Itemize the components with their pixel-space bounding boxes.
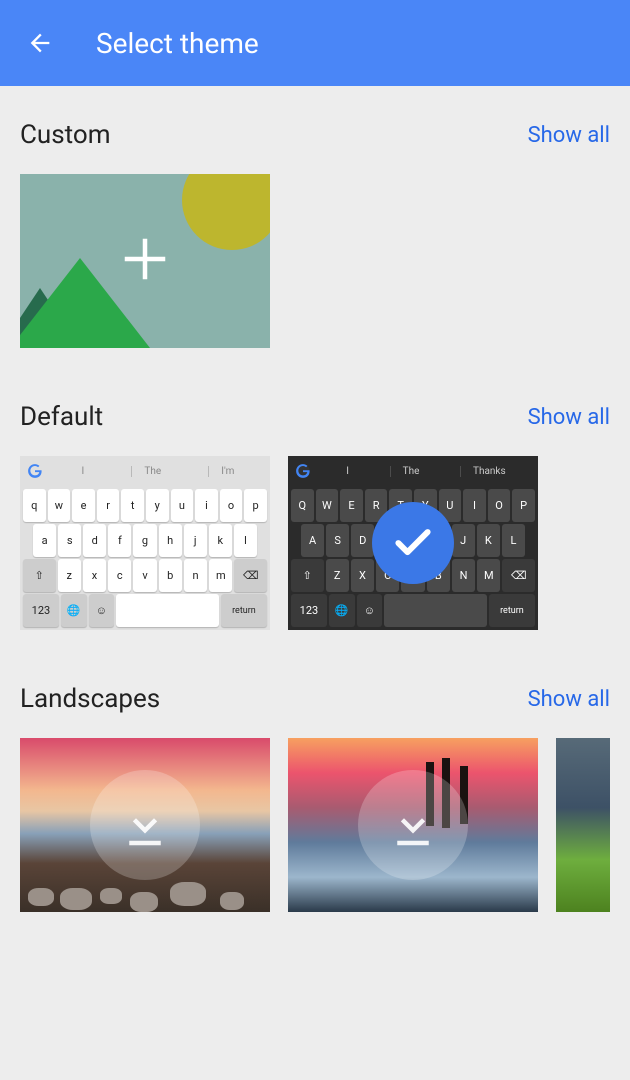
keyboard-key: I xyxy=(463,489,486,522)
keyboard-key: q xyxy=(23,489,46,522)
section-title-default: Default xyxy=(20,402,103,432)
keyboard-key: L xyxy=(502,524,525,557)
keyboard-key: o xyxy=(220,489,243,522)
download-icon xyxy=(90,770,200,880)
keyboard-key xyxy=(384,594,487,627)
keyboard-key: ☺ xyxy=(89,594,115,627)
keyboard-key: l xyxy=(234,524,257,557)
keyboard-key: Q xyxy=(291,489,314,522)
keyboard-key: K xyxy=(477,524,500,557)
keyboard-key: J xyxy=(452,524,475,557)
suggestion-item: I xyxy=(334,466,361,477)
keyboard-key: W xyxy=(316,489,339,522)
keyboard-key: d xyxy=(83,524,106,557)
keyboard-key: x xyxy=(83,559,106,592)
keyboard-key: N xyxy=(452,559,475,592)
keyboard-key: O xyxy=(488,489,511,522)
keyboard-key: p xyxy=(244,489,267,522)
keyboard-key: b xyxy=(159,559,182,592)
show-all-landscapes[interactable]: Show all xyxy=(528,687,610,712)
keyboard-key: ⌫ xyxy=(502,559,535,592)
suggestion-item: The xyxy=(390,466,432,477)
keyboard-key: y xyxy=(146,489,169,522)
keyboard-key: ☺ xyxy=(357,594,383,627)
plus-icon xyxy=(118,232,172,290)
keyboard-key: h xyxy=(159,524,182,557)
keyboard-key: ⇧ xyxy=(291,559,324,592)
keyboard-suggestion-bar: I The Thanks xyxy=(288,456,538,486)
keyboard-key: P xyxy=(512,489,535,522)
back-button[interactable] xyxy=(24,27,56,59)
arrow-left-icon xyxy=(26,29,54,57)
suggestion-item: The xyxy=(131,466,173,477)
keyboard-key: v xyxy=(133,559,156,592)
keyboard-key: S xyxy=(326,524,349,557)
keyboard-key: return xyxy=(489,594,535,627)
keyboard-key: m xyxy=(209,559,232,592)
keyboard-key: D xyxy=(351,524,374,557)
keyboard-key: j xyxy=(184,524,207,557)
google-logo-icon xyxy=(294,462,312,480)
default-theme-row: I The I'm qwertyuiop asdfghjkl ⇧zxcvbnm⌫… xyxy=(20,456,610,630)
theme-light-keyboard[interactable]: I The I'm qwertyuiop asdfghjkl ⇧zxcvbnm⌫… xyxy=(20,456,270,630)
keyboard-keys: qwertyuiop asdfghjkl ⇧zxcvbnm⌫ 123🌐☺ retu… xyxy=(20,486,270,630)
landscapes-theme-row[interactable] xyxy=(20,738,610,912)
theme-dark-keyboard[interactable]: I The Thanks QWERTYUIOP ASDFGHJKL ⇧ZXCVB… xyxy=(288,456,538,630)
google-logo-icon xyxy=(26,462,44,480)
theme-landscape-green-hills[interactable] xyxy=(556,738,610,912)
suggestion-list: I The I'm xyxy=(52,466,264,477)
keyboard-key: ⇧ xyxy=(23,559,56,592)
keyboard-key: z xyxy=(58,559,81,592)
keyboard-key: Z xyxy=(326,559,349,592)
keyboard-key: r xyxy=(97,489,120,522)
app-header: Select theme xyxy=(0,0,630,86)
keyboard-key: return xyxy=(221,594,267,627)
custom-theme-row xyxy=(20,174,610,348)
section-header-custom: Custom Show all xyxy=(20,120,610,150)
keyboard-key: k xyxy=(209,524,232,557)
keyboard-suggestion-bar: I The I'm xyxy=(20,456,270,486)
keyboard-key: X xyxy=(351,559,374,592)
keyboard-key: t xyxy=(121,489,144,522)
theme-landscape-frozen-river[interactable] xyxy=(288,738,538,912)
keyboard-key: c xyxy=(108,559,131,592)
keyboard-key: f xyxy=(108,524,131,557)
keyboard-key: A xyxy=(301,524,324,557)
keyboard-key: E xyxy=(340,489,363,522)
suggestion-item: I xyxy=(70,466,97,477)
suggestion-list: I The Thanks xyxy=(320,466,532,477)
keyboard-key: g xyxy=(133,524,156,557)
keyboard-key: ⌫ xyxy=(234,559,267,592)
keyboard-key: a xyxy=(33,524,56,557)
suggestion-item: I'm xyxy=(208,466,246,477)
section-title-landscapes: Landscapes xyxy=(20,684,160,714)
show-all-custom[interactable]: Show all xyxy=(528,123,610,148)
section-custom: Custom Show all xyxy=(0,86,630,368)
suggestion-item: Thanks xyxy=(460,466,518,477)
selected-check-icon xyxy=(372,502,454,584)
section-landscapes: Landscapes Show all xyxy=(0,650,630,932)
section-header-default: Default Show all xyxy=(20,402,610,432)
keyboard-key xyxy=(116,594,219,627)
keyboard-key: e xyxy=(72,489,95,522)
download-icon xyxy=(358,770,468,880)
keyboard-key: 🌐 xyxy=(61,594,87,627)
show-all-default[interactable]: Show all xyxy=(528,405,610,430)
keyboard-key: 123 xyxy=(291,594,327,627)
keyboard-key: n xyxy=(184,559,207,592)
keyboard-key: i xyxy=(195,489,218,522)
section-title-custom: Custom xyxy=(20,120,111,150)
section-header-landscapes: Landscapes Show all xyxy=(20,684,610,714)
keyboard-key: M xyxy=(477,559,500,592)
keyboard-key: 🌐 xyxy=(329,594,355,627)
keyboard-key: s xyxy=(58,524,81,557)
keyboard-key: u xyxy=(171,489,194,522)
section-default: Default Show all I The I'm qwertyuiop as… xyxy=(0,368,630,650)
page-title: Select theme xyxy=(96,27,259,60)
add-custom-theme-tile[interactable] xyxy=(20,174,270,348)
keyboard-key: 123 xyxy=(23,594,59,627)
theme-landscape-beach[interactable] xyxy=(20,738,270,912)
keyboard-key: w xyxy=(48,489,71,522)
sun-icon xyxy=(182,174,270,250)
